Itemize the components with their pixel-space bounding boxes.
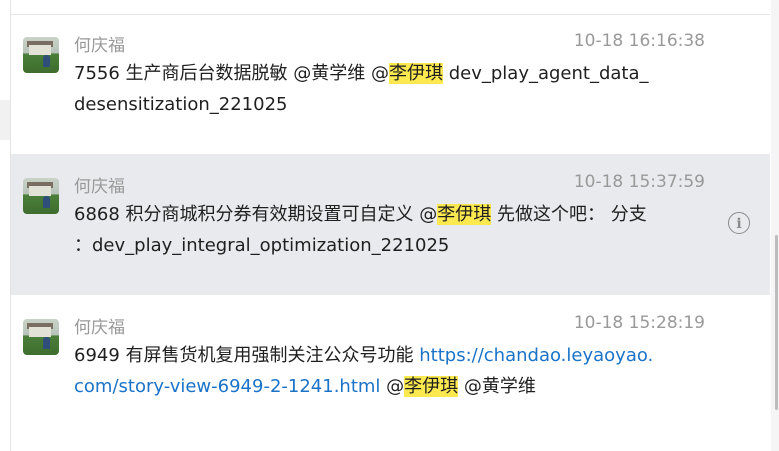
message-text-rest: @黄学维 xyxy=(458,376,536,397)
message-text-line2: desensitization_221025 xyxy=(74,94,288,115)
message-text-prefix: 7556 生产商后台数据脱敏 @黄学维 @ xyxy=(74,63,389,84)
sender-name[interactable]: 何庆福 xyxy=(74,172,125,197)
message-text: 6868 积分商城积分券有效期设置可自定义 @李伊琪 先做这个吧： 分支 ：dev… xyxy=(74,199,679,261)
mention-highlight[interactable]: 李伊琪 xyxy=(388,63,443,84)
left-strip xyxy=(0,0,10,451)
message-text: 6949 有屏售货机复用强制关注公众号功能 https://chandao.le… xyxy=(74,340,679,402)
divider xyxy=(11,14,770,15)
sender-name[interactable]: 何庆福 xyxy=(74,31,125,56)
message-link-cont[interactable]: com/story-view-6949-2-1241.html xyxy=(74,376,380,397)
message-text-rest: 先做这个吧： 分支 xyxy=(491,204,647,225)
mention-highlight[interactable]: 李伊琪 xyxy=(437,204,492,225)
avatar[interactable] xyxy=(23,37,59,73)
sender-name[interactable]: 何庆福 xyxy=(74,313,125,338)
message-text-line2: ：dev_play_integral_optimization_221025 xyxy=(74,235,450,256)
message-text-rest: dev_play_agent_data_ xyxy=(442,63,649,84)
message-time: 10-18 16:16:38 xyxy=(573,31,705,51)
message-text-prefix: 6949 有屏售货机复用强制关注公众号功能 xyxy=(74,345,420,366)
avatar[interactable] xyxy=(23,178,59,214)
scrollbar-thumb[interactable] xyxy=(775,235,778,410)
left-gray-block xyxy=(0,100,10,140)
message-time: 10-18 15:28:19 xyxy=(573,313,705,333)
message-text: 7556 生产商后台数据脱敏 @黄学维 @李伊琪 dev_play_agent_… xyxy=(74,58,679,120)
message-time: 10-18 15:37:59 xyxy=(573,172,705,192)
message-text-mid: @ xyxy=(380,376,405,397)
message-text-prefix: 6868 积分商城积分券有效期设置可自定义 @ xyxy=(74,204,438,225)
info-icon[interactable]: i xyxy=(728,212,750,234)
avatar[interactable] xyxy=(23,319,59,355)
message-link[interactable]: https://chandao.leyaoyao. xyxy=(419,345,653,366)
mention-highlight[interactable]: 李伊琪 xyxy=(404,376,459,397)
